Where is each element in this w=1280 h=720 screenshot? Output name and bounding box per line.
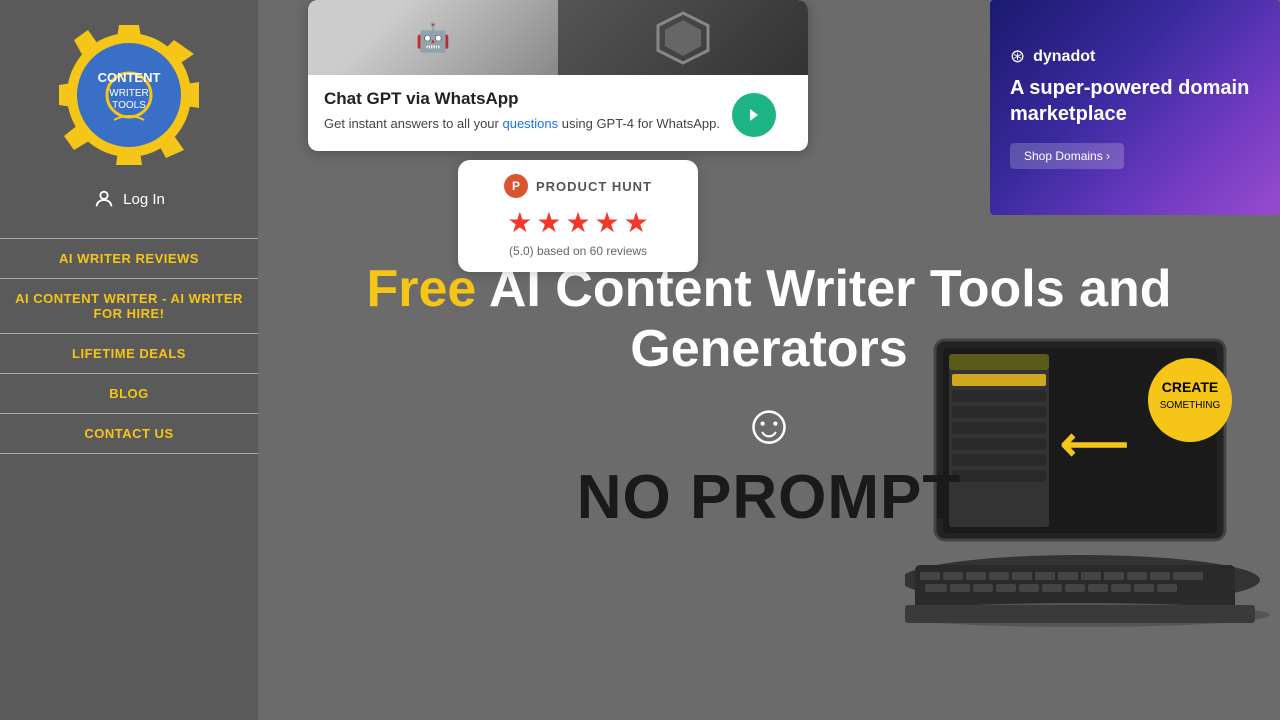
hero-title: Free AI Content Writer Tools and Generat…: [258, 260, 1280, 380]
chat-gpt-card[interactable]: 🤖 Chat GPT via WhatsApp Get instant answ…: [308, 0, 808, 151]
login-button[interactable]: Log In: [93, 188, 165, 210]
svg-text:CONTENT: CONTENT: [98, 70, 161, 85]
svg-text:TOOLS: TOOLS: [112, 100, 146, 111]
chat-card-title: Chat GPT via WhatsApp: [324, 89, 720, 109]
dynadot-tagline: A super-powered domain marketplace: [1010, 75, 1260, 127]
smiley-icon: ☺: [258, 396, 1280, 452]
sidebar-item-contact-us[interactable]: CONTACT US: [0, 414, 258, 454]
sidebar-item-lifetime-deals[interactable]: LIFETIME DEALS: [0, 334, 258, 374]
person-icon: [93, 188, 115, 210]
chat-img-left: 🤖: [308, 0, 558, 75]
star-5: ★: [624, 206, 649, 239]
star-1: ★: [507, 206, 532, 239]
chat-card-text: Chat GPT via WhatsApp Get instant answer…: [324, 89, 720, 133]
top-section: 🤖 Chat GPT via WhatsApp Get instant answ…: [258, 0, 1280, 220]
dynadot-brand: dynadot: [1033, 48, 1095, 66]
product-hunt-badge: P PRODUCT HUNT ★ ★ ★ ★ ★ (5.0) based on …: [458, 160, 698, 272]
sidebar-item-blog[interactable]: BLOG: [0, 374, 258, 414]
dynadot-logo-icon: ⊛: [1010, 46, 1025, 67]
star-2: ★: [536, 206, 561, 239]
hero-free-label: Free: [366, 260, 476, 318]
hero-section: Free AI Content Writer Tools and Generat…: [258, 200, 1280, 720]
logo-container: CONTENT WRITER TOOLS: [54, 20, 204, 170]
ph-header: P PRODUCT HUNT: [504, 174, 652, 198]
chat-card-body: Chat GPT via WhatsApp Get instant answer…: [308, 75, 808, 151]
sidebar: CONTENT WRITER TOOLS Log In AI WRITER RE…: [0, 0, 258, 720]
hero-text: Free AI Content Writer Tools and Generat…: [258, 260, 1280, 533]
hexagon-icon: [653, 8, 713, 68]
ph-logo-icon: P: [504, 174, 528, 198]
no-prompt-text: NO PROMPT: [258, 462, 1280, 533]
ph-title: PRODUCT HUNT: [536, 179, 652, 194]
dynadot-shop-button[interactable]: Shop Domains ›: [1010, 143, 1124, 169]
chat-img-right: [558, 0, 808, 75]
chat-link[interactable]: questions: [502, 116, 558, 131]
logo-gear-icon: CONTENT WRITER TOOLS: [54, 20, 204, 170]
svg-text:WRITER: WRITER: [109, 88, 148, 99]
arrow-right-icon: [744, 105, 764, 125]
sidebar-item-ai-writer-reviews[interactable]: AI WRITER REVIEWS: [0, 238, 258, 279]
sidebar-item-ai-content-writer[interactable]: AI CONTENT WRITER - AI WRITER FOR HIRE!: [0, 279, 258, 334]
dynadot-ad: ⊛ dynadot A super-powered domain marketp…: [990, 0, 1280, 215]
star-4: ★: [595, 206, 620, 239]
nav-menu: AI WRITER REVIEWS AI CONTENT WRITER - AI…: [0, 238, 258, 454]
login-label: Log In: [123, 191, 165, 208]
chat-arrow-button[interactable]: [732, 93, 776, 137]
chat-card-images: 🤖: [308, 0, 808, 75]
star-3: ★: [565, 206, 590, 239]
ph-reviews: (5.0) based on 60 reviews: [509, 244, 647, 258]
main-content: 🤖 Chat GPT via WhatsApp Get instant answ…: [258, 0, 1280, 720]
stars-row: ★ ★ ★ ★ ★: [507, 206, 649, 239]
hero-title-rest: AI Content Writer Tools and Generators: [476, 260, 1171, 378]
chat-card-description: Get instant answers to all your question…: [324, 115, 720, 133]
dynadot-header: ⊛ dynadot: [1010, 46, 1260, 67]
